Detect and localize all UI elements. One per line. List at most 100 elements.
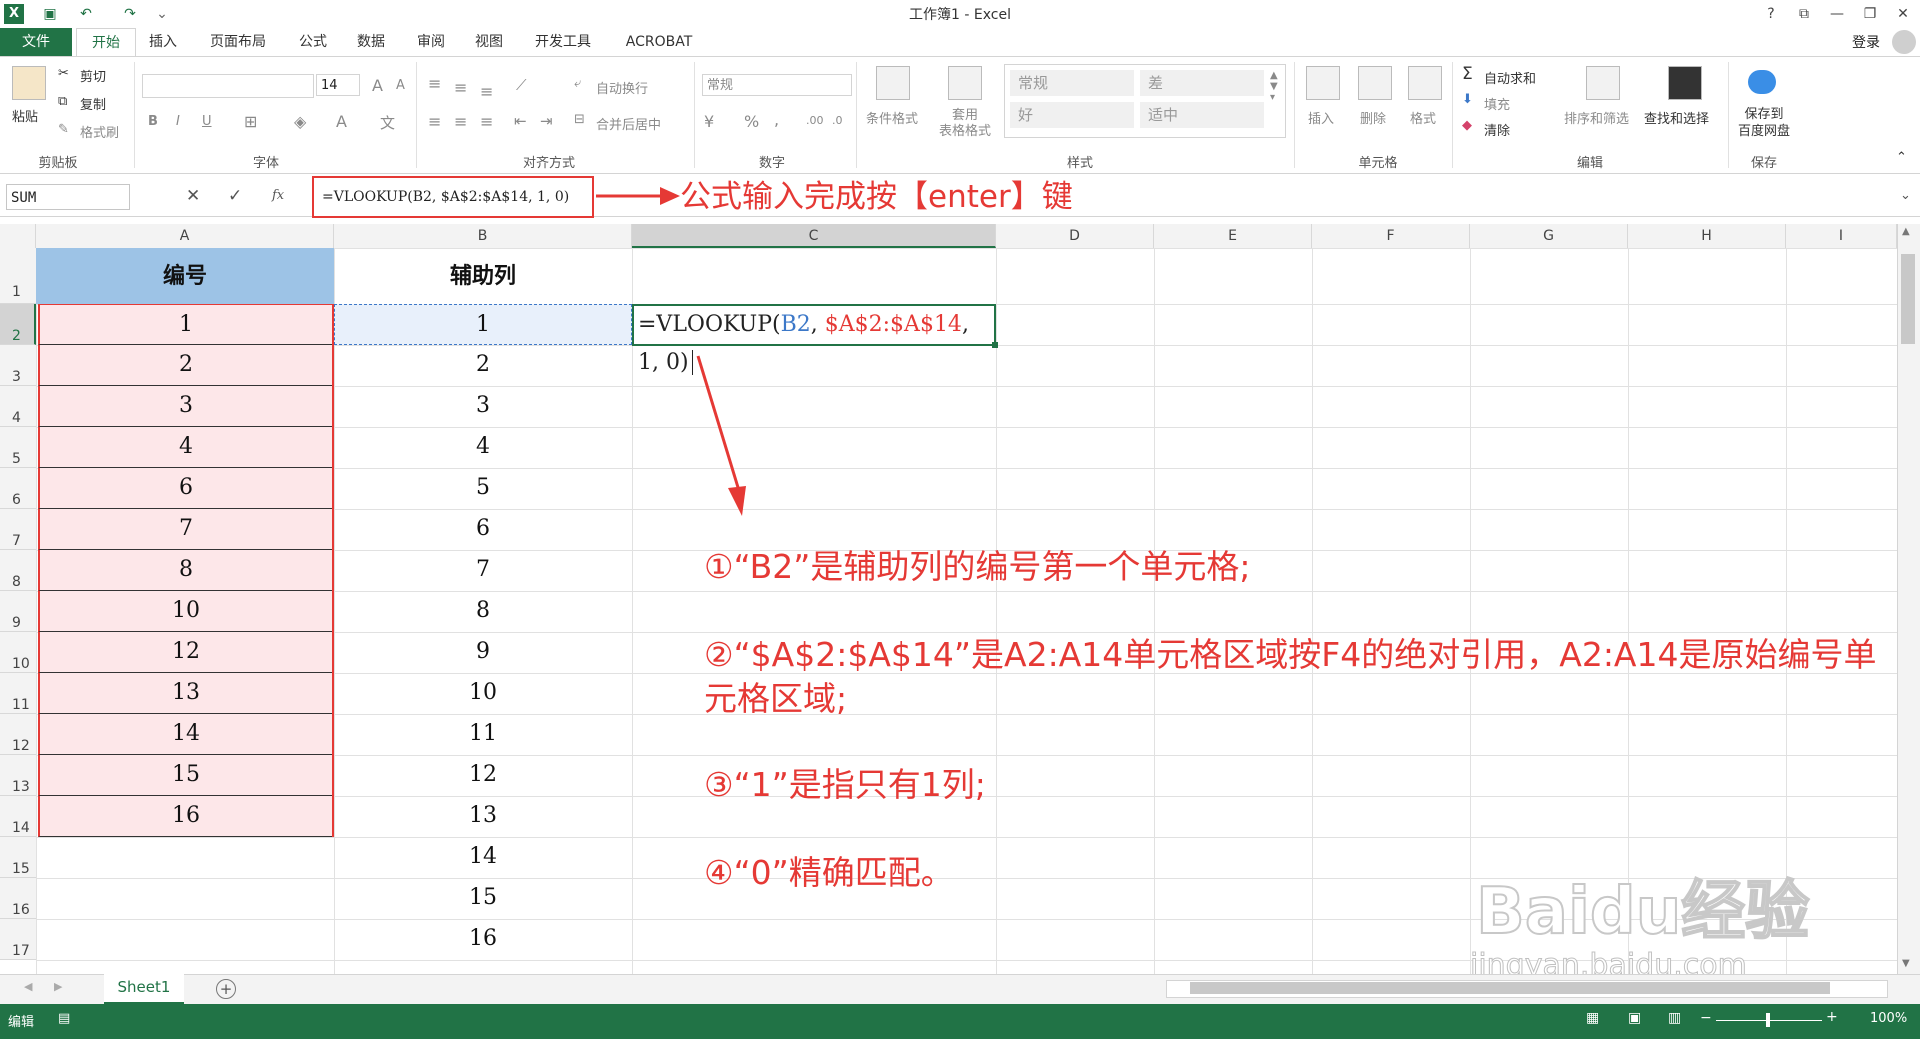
style-normal[interactable]: 常规	[1010, 70, 1134, 96]
cell-a5[interactable]: 4	[38, 427, 332, 468]
row-header-10[interactable]: 10	[0, 632, 36, 673]
collapse-ribbon-icon[interactable]: ⌃	[1896, 150, 1907, 165]
font-name-box[interactable]	[142, 74, 314, 98]
column-header-b[interactable]: B	[334, 224, 632, 248]
name-box[interactable]: SUM	[6, 184, 130, 210]
comma-button[interactable]: ,	[774, 110, 779, 129]
scroll-up-icon[interactable]: ▲	[1902, 226, 1910, 237]
phonetic-button[interactable]: 文	[380, 112, 395, 133]
expand-formula-bar-icon[interactable]: ⌄	[1900, 188, 1911, 203]
scroll-down-icon[interactable]: ▼	[1902, 958, 1910, 969]
cell-b12[interactable]: 11	[334, 714, 632, 755]
enter-button[interactable]: ✓	[228, 186, 242, 206]
row-header-8[interactable]: 8	[0, 550, 36, 591]
next-sheet-icon[interactable]: ▶	[54, 980, 62, 993]
prev-sheet-icon[interactable]: ◀	[24, 980, 32, 993]
zoom-slider-thumb[interactable]	[1766, 1013, 1770, 1027]
insert-cells-icon[interactable]	[1306, 66, 1340, 100]
conditional-format-icon[interactable]	[876, 66, 910, 100]
cell-a2[interactable]: 1	[38, 304, 332, 345]
row-header-14[interactable]: 14	[0, 796, 36, 837]
tab-page-layout[interactable]: 页面布局	[200, 28, 276, 56]
cell-a6[interactable]: 6	[38, 468, 332, 509]
row-header-2[interactable]: 2	[0, 304, 36, 345]
tab-formulas[interactable]: 公式	[290, 28, 336, 56]
cell-b11[interactable]: 10	[334, 673, 632, 714]
cell-a10[interactable]: 12	[38, 632, 332, 673]
shrink-font-button[interactable]: A	[396, 78, 405, 93]
font-size-box[interactable]: 14	[316, 74, 360, 96]
style-neutral[interactable]: 适中	[1140, 102, 1264, 128]
align-bottom-icon[interactable]: ≡	[480, 82, 493, 101]
increase-decimal-icon[interactable]: .00	[806, 114, 824, 127]
brush-icon[interactable]: ✎	[58, 122, 69, 137]
close-button[interactable]: ✕	[1888, 3, 1918, 25]
cell-b13[interactable]: 12	[334, 755, 632, 796]
tab-home[interactable]: 开始	[76, 28, 136, 57]
merge-center-button[interactable]: 合并后居中	[596, 114, 661, 133]
sign-in-link[interactable]: 登录	[1852, 32, 1880, 52]
column-header-a[interactable]: A	[36, 224, 334, 248]
scissors-icon[interactable]: ✂	[58, 66, 69, 81]
fill-color-icon[interactable]: ◈	[294, 112, 306, 131]
cell-b5[interactable]: 4	[334, 427, 632, 468]
row-header-15[interactable]: 15	[0, 837, 36, 878]
gallery-scroll-icon[interactable]: ▲ ▼ ▾	[1270, 70, 1278, 103]
row-header-9[interactable]: 9	[0, 591, 36, 632]
cell-a13[interactable]: 15	[38, 755, 332, 796]
table-format-icon[interactable]	[948, 66, 982, 100]
column-header-h[interactable]: H	[1628, 224, 1786, 248]
baidu-netdisk-icon[interactable]	[1748, 70, 1776, 94]
autosum-button[interactable]: 自动求和	[1484, 68, 1536, 87]
italic-button[interactable]: I	[176, 114, 180, 129]
align-top-icon[interactable]: ≡	[428, 74, 441, 93]
row-header-6[interactable]: 6	[0, 468, 36, 509]
sort-filter-button[interactable]: 排序和筛选	[1564, 108, 1629, 127]
cell-b9[interactable]: 8	[334, 591, 632, 632]
tab-review[interactable]: 审阅	[408, 28, 454, 56]
column-header-f[interactable]: F	[1312, 224, 1470, 248]
cell-b16[interactable]: 15	[334, 878, 632, 919]
column-header-e[interactable]: E	[1154, 224, 1312, 248]
format-cells-button[interactable]: 格式	[1410, 108, 1436, 127]
save-to-netdisk-button[interactable]: 保存到 百度网盘	[1734, 106, 1794, 140]
page-layout-view-icon[interactable]: ▣	[1628, 1010, 1641, 1026]
underline-button[interactable]: U	[202, 114, 212, 129]
wrap-text-icon[interactable]: ⤶	[574, 76, 581, 91]
cell-a4[interactable]: 3	[38, 386, 332, 427]
ribbon-display-options-button[interactable]: ⧉	[1789, 3, 1819, 25]
font-color-icon[interactable]: A	[336, 112, 347, 131]
help-button[interactable]: ?	[1756, 3, 1786, 25]
fill-button[interactable]: 填充	[1484, 94, 1510, 113]
vertical-scroll-thumb[interactable]	[1901, 254, 1915, 344]
cell-b2[interactable]: 1	[334, 304, 632, 345]
number-format-dropdown[interactable]: 常规	[702, 74, 852, 96]
cell-b3[interactable]: 2	[334, 345, 632, 386]
merge-center-icon[interactable]: ⊟	[574, 112, 585, 127]
delete-cells-icon[interactable]	[1358, 66, 1392, 100]
cell-b1-header[interactable]: 辅助列	[334, 248, 632, 304]
sort-filter-icon[interactable]	[1586, 66, 1620, 100]
fill-down-icon[interactable]: ⬇	[1462, 92, 1473, 107]
column-header-i[interactable]: I	[1786, 224, 1897, 248]
eraser-icon[interactable]: ◆	[1462, 118, 1472, 133]
increase-indent-icon[interactable]: ⇥	[540, 112, 553, 130]
tab-insert[interactable]: 插入	[140, 28, 186, 56]
insert-function-button[interactable]: fx	[272, 188, 284, 203]
borders-icon[interactable]: ⊞	[244, 112, 257, 131]
avatar[interactable]	[1892, 30, 1916, 54]
percent-button[interactable]: %	[744, 112, 759, 131]
find-select-button[interactable]: 查找和选择	[1644, 108, 1709, 127]
zoom-out-icon[interactable]: −	[1700, 1010, 1712, 1026]
cancel-button[interactable]: ✕	[186, 186, 200, 206]
paste-icon[interactable]	[12, 66, 46, 100]
wrap-text-button[interactable]: 自动换行	[596, 78, 648, 97]
cell-b14[interactable]: 13	[334, 796, 632, 837]
sigma-icon[interactable]: Σ	[1462, 64, 1473, 84]
currency-icon[interactable]: ¥	[704, 112, 714, 131]
bold-button[interactable]: B	[148, 114, 158, 129]
cell-b6[interactable]: 5	[334, 468, 632, 509]
cell-b7[interactable]: 6	[334, 509, 632, 550]
tab-view[interactable]: 视图	[466, 28, 512, 56]
tab-data[interactable]: 数据	[348, 28, 394, 56]
